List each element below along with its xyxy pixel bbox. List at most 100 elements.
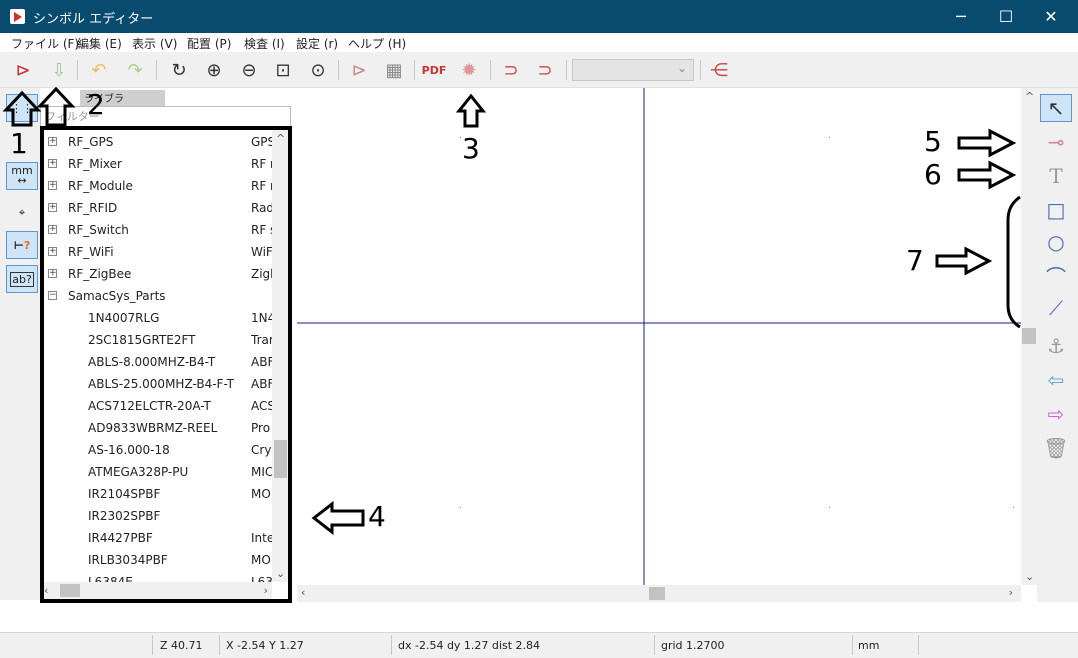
scroll-up-icon[interactable]: ^ [1025, 90, 1034, 103]
expand-icon[interactable]: + [48, 159, 57, 168]
units-toggle-button[interactable]: mm ↔ [6, 162, 38, 190]
scroll-down-icon[interactable]: ⌄ [1025, 570, 1034, 583]
scroll-up-icon[interactable]: ^ [276, 132, 285, 145]
normal-body-style-icon[interactable]: ⊃ [498, 57, 524, 83]
close-button[interactable]: ✕ [1028, 0, 1074, 33]
expand-icon[interactable]: + [48, 247, 57, 256]
library-part-row[interactable]: IR2104SPBF MO [40, 483, 272, 505]
library-filter-input[interactable]: フィルター [40, 106, 291, 128]
library-row[interactable]: + RF_ZigBee Zigl [40, 263, 272, 285]
library-row-description: Zigl [251, 267, 272, 281]
drawing-canvas[interactable] [297, 88, 1021, 585]
library-row[interactable]: + RF_Mixer RF r [40, 153, 272, 175]
left-toolbar: ⋮⋮ mm ↔ ⌖ ⊢? ab? [0, 88, 40, 600]
library-part-row[interactable]: AD9833WBRMZ-REEL Pro [40, 417, 272, 439]
top-toolbar: ⊳ ⇩ ↶ ↷ ↻ ⊕ ⊖ ⊡ ⊙ ⊳ ▦ PDF ✹ ⊃ ⊃ ⌄ ⋲ [0, 52, 1078, 88]
scroll-thumb[interactable] [1022, 328, 1036, 344]
library-row[interactable]: + RF_GPS GPS [40, 131, 272, 153]
check-symbol-icon[interactable]: ✹ [456, 57, 482, 83]
library-part-row[interactable]: ABLS-25.000MHZ-B4-F-T ABF [40, 373, 272, 395]
scroll-right-icon[interactable]: › [264, 584, 268, 597]
menu-edit[interactable]: 編集 (E) [77, 35, 122, 52]
scroll-right-icon[interactable]: › [1009, 586, 1013, 599]
unit-select[interactable]: ⌄ [572, 59, 694, 81]
scroll-thumb[interactable] [60, 584, 80, 597]
library-part-row[interactable]: IR4427PBF Inte [40, 527, 272, 549]
pin-table-icon[interactable]: ▦ [381, 57, 407, 83]
library-part-row[interactable]: ABLS-8.000MHZ-B4-T ABF [40, 351, 272, 373]
menu-bar: ファイル (F) 編集 (E) 表示 (V) 配置 (P) 検査 (I) 設定 … [0, 33, 1078, 52]
show-pin-types-button[interactable]: ⊢? [6, 231, 38, 259]
maximize-button[interactable]: ☐ [983, 0, 1029, 33]
redo-icon[interactable]: ↷ [122, 57, 148, 83]
trash-icon: 🗑 [1043, 436, 1069, 460]
zoom-selection-icon[interactable]: ⊙ [305, 57, 331, 83]
library-row-name: ABLS-25.000MHZ-B4-F-T [88, 377, 235, 391]
select-tool-button[interactable]: ↖ [1040, 94, 1072, 122]
expand-icon[interactable]: + [48, 203, 57, 212]
sync-pins-icon[interactable]: ⋲ [706, 57, 732, 83]
arc-icon: ⌒ [1046, 264, 1066, 289]
menu-help[interactable]: ヘルプ (H) [348, 35, 406, 52]
refresh-icon[interactable]: ↻ [166, 57, 192, 83]
menu-place[interactable]: 配置 (P) [187, 35, 231, 52]
library-row[interactable]: + RF_WiFi WiF [40, 241, 272, 263]
scroll-left-icon[interactable]: ‹ [301, 586, 305, 599]
add-circle-button[interactable]: ○ [1040, 228, 1072, 256]
library-row[interactable]: + RF_RFID Rad [40, 197, 272, 219]
library-part-row[interactable]: IRLB3034PBF MO [40, 549, 272, 571]
anchor-button[interactable]: ⚓ [1040, 332, 1072, 360]
library-part-row[interactable]: AS-16.000-18 Crys [40, 439, 272, 461]
canvas-horizontal-scrollbar[interactable]: ‹ › [297, 585, 1021, 602]
zoom-in-icon[interactable]: ⊕ [201, 57, 227, 83]
delete-tool-button[interactable]: 🗑 [1040, 434, 1072, 462]
menu-inspect[interactable]: 検査 (I) [244, 35, 285, 52]
scroll-left-icon[interactable]: ‹ [44, 584, 48, 597]
add-polyline-button[interactable]: ⟋ [1040, 294, 1072, 322]
grid-dot [829, 137, 830, 138]
show-pin-names-button[interactable]: ab? [6, 265, 38, 293]
library-row-name: RF_Switch [68, 223, 129, 237]
canvas-vertical-scrollbar[interactable]: ^ ⌄ [1021, 88, 1037, 585]
add-arc-button[interactable]: ⌒ [1040, 261, 1072, 289]
cursor-shape-button[interactable]: ⌖ [6, 199, 38, 227]
menu-file[interactable]: ファイル (F) [11, 35, 79, 52]
minimize-button[interactable]: ─ [938, 0, 984, 33]
library-part-row[interactable]: ACS712ELCTR-20A-T ACS [40, 395, 272, 417]
expand-icon[interactable]: + [48, 181, 57, 190]
zoom-out-icon[interactable]: ⊖ [236, 57, 262, 83]
library-row[interactable]: + RF_Switch RF s [40, 219, 272, 241]
new-symbol-icon[interactable]: ⊳ [10, 57, 36, 83]
export-pdf-icon[interactable]: PDF [421, 57, 447, 83]
grid-icon: ⋮⋮ [11, 101, 33, 115]
collapse-icon[interactable]: − [48, 291, 57, 300]
library-row[interactable]: − SamacSys_Parts [40, 285, 272, 307]
add-text-button[interactable]: T [1040, 162, 1072, 190]
library-part-row[interactable]: ATMEGA328P-PU MIC [40, 461, 272, 483]
zoom-fit-icon[interactable]: ⊡ [270, 57, 296, 83]
grid-toggle-button[interactable]: ⋮⋮ [6, 94, 38, 122]
scroll-down-icon[interactable]: ⌄ [276, 567, 285, 580]
library-horizontal-scrollbar[interactable]: ‹ › [40, 582, 272, 599]
import-symbol-button[interactable]: ⇦ [1040, 366, 1072, 394]
undo-icon[interactable]: ↶ [86, 57, 112, 83]
symbol-properties-icon[interactable]: ⊳ [346, 57, 372, 83]
add-pin-button[interactable]: ⊸ [1040, 128, 1072, 156]
library-row[interactable]: + RF_Module RF r [40, 175, 272, 197]
demorgan-body-style-icon[interactable]: ⊃ [532, 57, 558, 83]
library-part-row[interactable]: IR2302SPBF [40, 505, 272, 527]
library-part-row[interactable]: L6384E L63 [40, 571, 272, 582]
save-icon[interactable]: ⇩ [46, 57, 72, 83]
scroll-thumb[interactable] [274, 440, 287, 478]
menu-view[interactable]: 表示 (V) [132, 35, 177, 52]
menu-preferences[interactable]: 設定 (r) [296, 35, 338, 52]
library-part-row[interactable]: 1N4007RLG 1N4 [40, 307, 272, 329]
expand-icon[interactable]: + [48, 225, 57, 234]
scroll-thumb[interactable] [649, 587, 665, 600]
expand-icon[interactable]: + [48, 137, 57, 146]
add-rectangle-button[interactable]: □ [1040, 196, 1072, 224]
library-part-row[interactable]: 2SC1815GRTE2FT Trar [40, 329, 272, 351]
export-symbol-button[interactable]: ⇨ [1040, 400, 1072, 428]
library-vertical-scrollbar[interactable]: ^ ⌄ [272, 130, 289, 582]
expand-icon[interactable]: + [48, 269, 57, 278]
